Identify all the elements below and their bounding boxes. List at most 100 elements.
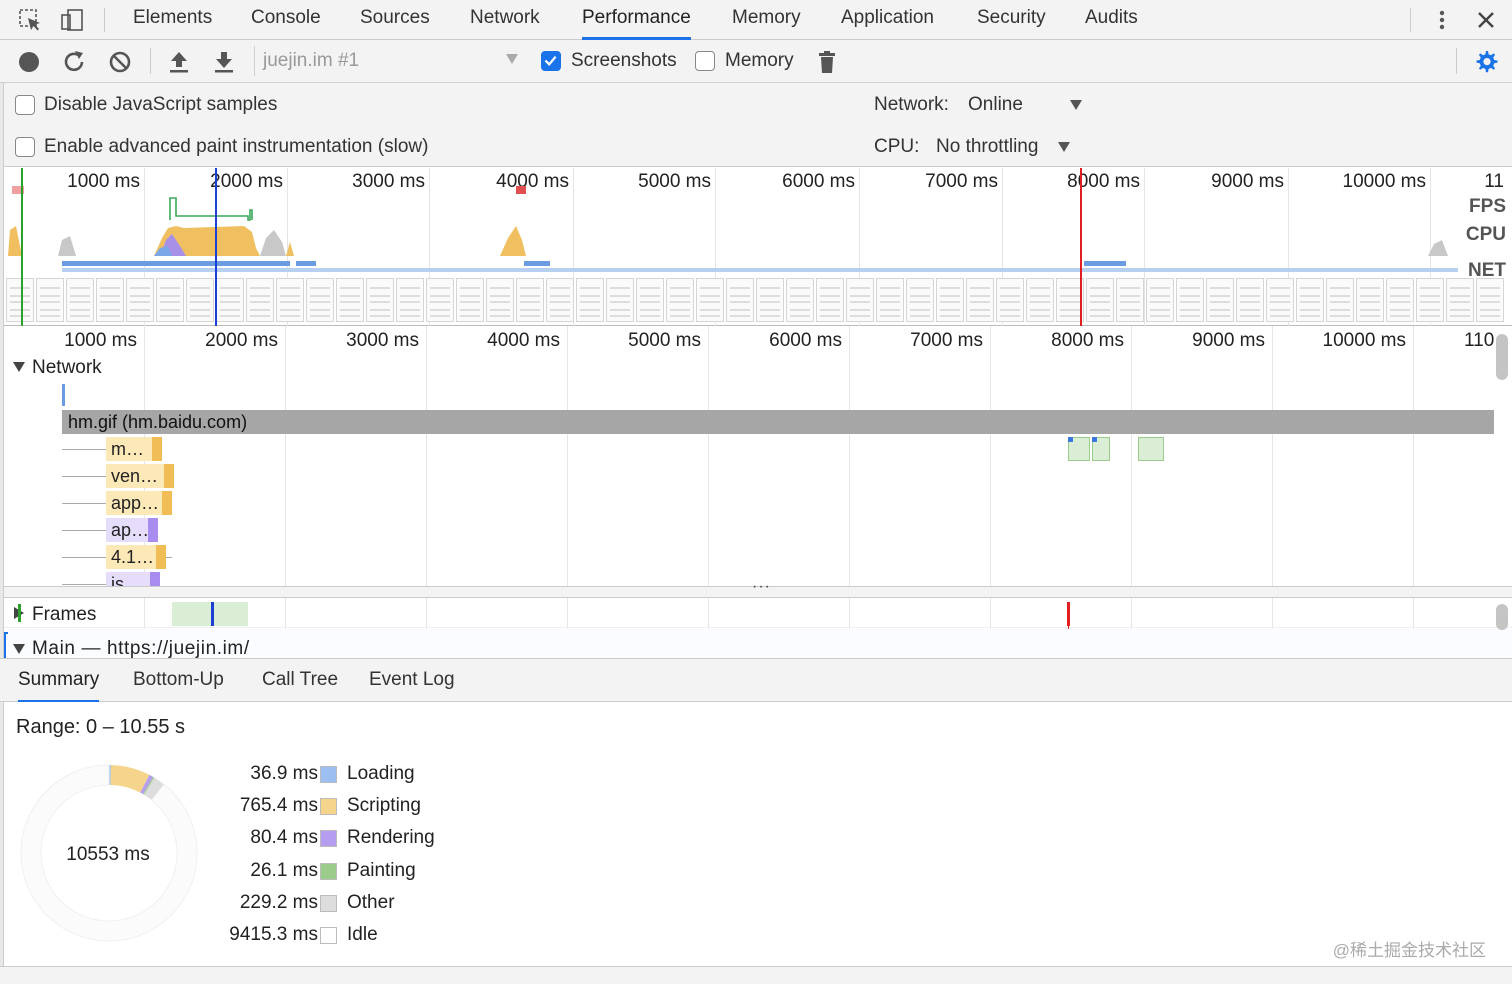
screenshot-thumbnail[interactable] [696,278,724,322]
trash-icon[interactable] [814,49,840,75]
network-track-label[interactable]: Network [32,357,102,379]
screenshot-thumbnail[interactable] [1296,278,1324,322]
tab-application[interactable]: Application [841,0,934,40]
tab-elements[interactable]: Elements [133,0,212,40]
screenshot-thumbnail[interactable] [1026,278,1054,322]
screenshot-thumbnail[interactable] [1176,278,1204,322]
close-devtools-icon[interactable] [1474,8,1498,32]
screenshot-thumbnail[interactable] [426,278,454,322]
timeline-overview[interactable]: 1000 ms 2000 ms 3000 ms 4000 ms 5000 ms 6000 … [4,168,1512,326]
vertical-scrollbar-thumb[interactable] [1496,334,1508,380]
screenshot-thumbnail[interactable] [606,278,634,322]
screenshot-thumbnail[interactable] [156,278,184,322]
screenshot-thumbnail[interactable] [1116,278,1144,322]
tab-audits[interactable]: Audits [1085,0,1138,40]
screenshot-thumbnail[interactable] [486,278,514,322]
network-request-marker[interactable] [62,384,65,406]
screenshot-thumbnail[interactable] [126,278,154,322]
screenshot-thumbnail[interactable] [1416,278,1444,322]
save-profile-icon[interactable] [211,49,237,75]
screenshot-thumbnail[interactable] [1086,278,1114,322]
advanced-paint-checkbox[interactable] [15,137,35,157]
screenshot-thumbnail[interactable] [456,278,484,322]
details-tab-summary[interactable]: Summary [18,659,100,703]
screenshot-thumbnail[interactable] [96,278,124,322]
screenshot-thumbnail[interactable] [66,278,94,322]
network-request-hm-gif[interactable]: hm.gif (hm.baidu.com) [62,410,1494,434]
image-request-block[interactable] [1138,437,1164,461]
network-request-row[interactable]: 4.1… [62,545,182,569]
screenshot-thumbnail[interactable] [516,278,544,322]
network-throttle-select[interactable]: Online [968,94,1023,116]
expand-triangle-icon[interactable] [13,362,25,372]
screenshot-thumbnail[interactable] [276,278,304,322]
screenshot-thumbnail[interactable] [576,278,604,322]
screenshot-thumbnail[interactable] [726,278,754,322]
screenshot-thumbnail[interactable] [1326,278,1354,322]
screenshot-thumbnail[interactable] [996,278,1024,322]
screenshot-thumbnail[interactable] [876,278,904,322]
frame-block[interactable] [172,602,248,626]
screenshot-thumbnail[interactable] [336,278,364,322]
clear-icon[interactable] [107,49,133,75]
more-options-icon[interactable] [1430,8,1454,32]
screenshot-thumbnail[interactable] [906,278,934,322]
tab-network[interactable]: Network [470,0,540,40]
screenshot-thumbnail[interactable] [1476,278,1504,322]
screenshot-thumbnail[interactable] [6,278,34,322]
disable-js-samples-checkbox[interactable] [15,95,35,115]
profile-select[interactable]: juejin.im #1 [254,46,522,76]
screenshot-thumbnail[interactable] [936,278,964,322]
screenshot-thumbnail[interactable] [1266,278,1294,322]
screenshot-thumbnail[interactable] [1356,278,1384,322]
screenshot-thumbnail[interactable] [966,278,994,322]
screenshot-thumbnail[interactable] [396,278,424,322]
memory-checkbox[interactable] [695,51,715,71]
screenshot-thumbnail[interactable] [1236,278,1264,322]
network-request-row[interactable]: m… [62,437,172,461]
record-icon[interactable] [16,49,42,75]
screenshot-filmstrip[interactable] [4,276,1512,324]
network-request-row[interactable]: ven… [62,464,182,488]
panel-splitter[interactable]: ··· [4,578,1512,598]
reload-record-icon[interactable] [61,49,87,75]
screenshot-thumbnail[interactable] [306,278,334,322]
tracks-scrollbar-thumb[interactable] [1496,604,1508,630]
screenshot-thumbnail[interactable] [186,278,214,322]
load-profile-icon[interactable] [166,49,192,75]
screenshots-checkbox[interactable] [541,51,561,71]
details-tab-event-log[interactable]: Event Log [369,659,455,703]
screenshot-thumbnail[interactable] [216,278,244,322]
tab-memory[interactable]: Memory [732,0,801,40]
details-tab-bottom-up[interactable]: Bottom-Up [133,659,224,703]
details-tab-call-tree[interactable]: Call Tree [262,659,338,703]
screenshot-thumbnail[interactable] [366,278,394,322]
screenshot-thumbnail[interactable] [666,278,694,322]
screenshot-thumbnail[interactable] [756,278,784,322]
tab-console[interactable]: Console [251,0,321,40]
timeline-tracks[interactable]: Frames Main — https://juejin.im/ [4,598,1512,660]
device-toolbar-icon[interactable] [60,8,84,32]
screenshot-thumbnail[interactable] [1206,278,1234,322]
screenshot-thumbnail[interactable] [546,278,574,322]
screenshot-thumbnail[interactable] [786,278,814,322]
screenshot-thumbnail[interactable] [246,278,274,322]
cpu-throttle-select[interactable]: No throttling [936,136,1038,158]
tab-performance[interactable]: Performance [582,0,691,40]
screenshot-thumbnail[interactable] [1446,278,1474,322]
network-request-row[interactable]: app… [62,491,182,515]
gear-icon[interactable] [1473,49,1499,75]
screenshot-thumbnail[interactable] [816,278,844,322]
screenshot-thumbnail[interactable] [1386,278,1414,322]
tab-security[interactable]: Security [977,0,1046,40]
frames-track-label[interactable]: Frames [32,604,96,626]
main-thread-label[interactable]: Main — https://juejin.im/ [32,638,250,660]
network-request-row[interactable]: ap… [62,518,182,542]
screenshot-thumbnail[interactable] [636,278,664,322]
timeline-flamechart[interactable]: 1000 ms 2000 ms 3000 ms 4000 ms 5000 ms 6000 … [4,326,1512,586]
screenshot-thumbnail[interactable] [36,278,64,322]
tab-sources[interactable]: Sources [360,0,430,40]
expand-triangle-icon[interactable] [13,644,25,654]
screenshot-thumbnail[interactable] [846,278,874,322]
network-request-row[interactable]: js… [62,572,182,586]
